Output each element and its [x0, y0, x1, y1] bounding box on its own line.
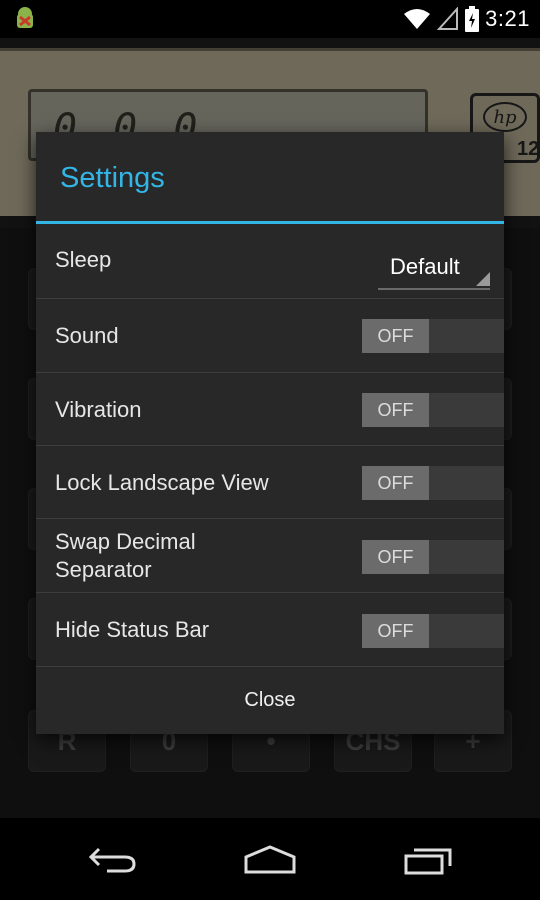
home-button[interactable] [240, 842, 300, 878]
vibration-toggle-state: OFF [362, 393, 429, 427]
sound-toggle[interactable]: OFF [362, 319, 504, 353]
back-icon [88, 847, 136, 873]
swap-decimal-toggle[interactable]: OFF [362, 540, 504, 574]
recent-apps-button[interactable] [398, 842, 458, 878]
setting-row-hide-status-bar: Hide Status Bar OFF [36, 593, 504, 666]
sound-label: Sound [55, 323, 119, 348]
vibration-toggle[interactable]: OFF [362, 393, 504, 427]
swap-decimal-toggle-state: OFF [362, 540, 429, 574]
swap-decimal-label: Swap Decimal Separator [55, 529, 196, 582]
battery-charging-icon [465, 6, 480, 32]
signal-icon [437, 7, 459, 30]
status-bar: 3:21 [0, 0, 540, 38]
spinner-arrow-icon [476, 272, 490, 286]
settings-dialog: Settings Sleep Default Sound OFF Vibrati… [36, 132, 504, 734]
navigation-bar [0, 818, 540, 900]
sleep-label: Sleep [55, 247, 112, 272]
sleep-spinner[interactable]: Default [378, 240, 490, 290]
sleep-spinner-value: Default [390, 254, 460, 279]
lock-landscape-toggle-state: OFF [362, 466, 429, 500]
hide-status-bar-label: Hide Status Bar [55, 617, 210, 642]
lock-landscape-label: Lock Landscape View [55, 470, 269, 495]
dialog-title: Settings [60, 162, 165, 194]
lock-landscape-toggle[interactable]: OFF [362, 466, 504, 500]
close-button[interactable]: Close [36, 666, 504, 734]
setting-row-swap-decimal: Swap Decimal Separator OFF [36, 519, 504, 593]
hide-status-bar-toggle-state: OFF [362, 614, 429, 648]
hide-status-bar-toggle[interactable]: OFF [362, 614, 504, 648]
debug-android-icon [17, 7, 33, 28]
back-button[interactable] [82, 842, 142, 878]
wifi-icon [404, 9, 431, 29]
status-time: 3:21 [485, 6, 530, 31]
home-icon [244, 845, 296, 874]
vibration-label: Vibration [55, 397, 142, 422]
sound-toggle-state: OFF [362, 319, 429, 353]
setting-row-vibration: Vibration OFF [36, 373, 504, 446]
setting-row-lock-landscape: Lock Landscape View OFF [36, 446, 504, 519]
recent-apps-icon [404, 848, 452, 875]
setting-row-sound: Sound OFF [36, 299, 504, 373]
